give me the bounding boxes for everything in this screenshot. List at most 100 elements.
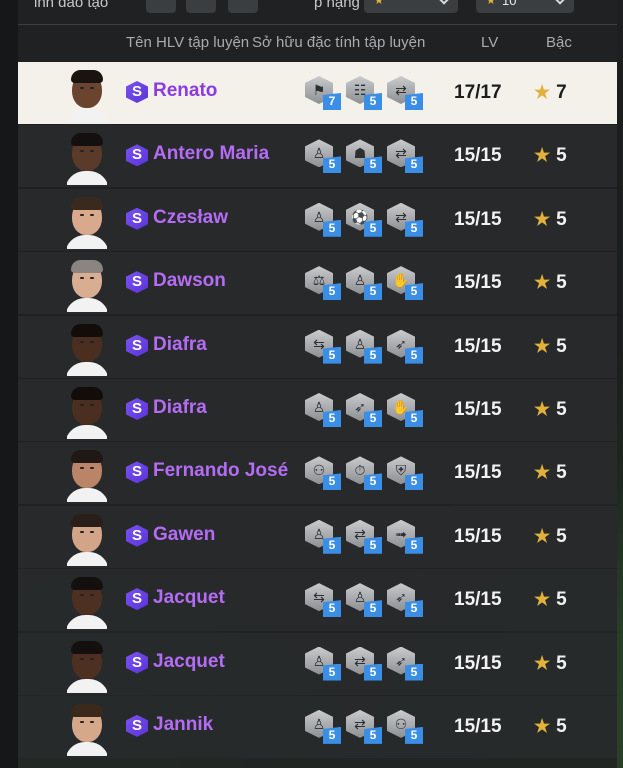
coach-row[interactable]: S Fernando José ⚇ 5 ⏱ 5 ⛨ 5 15/15 ★ 5 (18, 442, 617, 505)
trait-badge[interactable]: ♙ 5 (346, 329, 384, 366)
coach-row[interactable]: S Dawson ⚖ 5 ♙ 5 ✋ 5 15/15 ★ 5 (18, 252, 617, 315)
trait-badge[interactable]: ♙ 5 (346, 583, 384, 619)
trait-badge[interactable]: ☗ 5 (346, 139, 384, 175)
coach-grade: ★ 5 (534, 589, 567, 611)
trait-level: 5 (364, 473, 382, 491)
trait-badge[interactable]: ➟ 5 (387, 519, 425, 556)
special-s-badge-icon: S (126, 334, 148, 357)
coach-level: 15/15 (454, 398, 502, 420)
trait-level: 5 (364, 600, 382, 618)
trait-badge[interactable]: ⇄ 5 (346, 519, 384, 556)
trait-badge[interactable]: ⇆ 5 (305, 583, 343, 619)
filter-dropdown-1[interactable] (146, 0, 176, 13)
avatar-hair (71, 70, 103, 83)
coach-avatar (67, 386, 107, 439)
coach-row[interactable]: S Jacquet ♙ 5 ⇄ 5 ➶ 5 15/15 ★ 5 (18, 632, 617, 695)
coach-grade: ★ 5 (534, 145, 567, 167)
trait-badge[interactable]: ☷ 5 (346, 76, 384, 112)
coach-row[interactable]: S Antero Maria ♙ 5 ☗ 5 ⇄ 5 15/15 ★ 5 (18, 125, 617, 188)
trait-badge[interactable]: ♙ 5 (346, 266, 384, 302)
avatar-eye (80, 530, 84, 533)
trait-badge[interactable]: ➶ 5 (387, 583, 425, 619)
avatar-eye (90, 720, 94, 723)
trait-badge[interactable]: ♙ 5 (305, 646, 343, 683)
trait-list: ♙ 5 ⇄ 5 ➟ 5 (305, 519, 435, 556)
trait-list: ⚇ 5 ⏱ 5 ⛨ 5 (305, 456, 435, 492)
trait-badge[interactable]: ♙ 5 (305, 519, 343, 556)
trait-badge[interactable]: ⇄ 5 (387, 76, 425, 112)
trait-badge[interactable]: ⇄ 5 (387, 139, 425, 175)
trait-badge[interactable]: ➶ 5 (387, 646, 425, 683)
trait-level: 5 (364, 219, 382, 237)
trait-level: 5 (323, 726, 341, 744)
coach-level: 15/15 (454, 272, 502, 294)
coach-name: Jannik (153, 713, 214, 735)
avatar-eye (90, 403, 94, 406)
column-grade: Bậc (546, 34, 572, 51)
avatar-eye (90, 530, 94, 533)
trait-badge[interactable]: ⇄ 5 (346, 709, 384, 746)
coach-row[interactable]: S Renato ⚑ 7 ☷ 5 ⇄ 5 17/17 ★ 7 (18, 62, 617, 124)
coach-level: 15/15 (454, 335, 502, 357)
coach-avatar (67, 703, 107, 756)
column-coach-name: Tên HLV tập luyện (126, 34, 250, 51)
coach-name: Renato (153, 80, 218, 101)
trait-badge[interactable]: ➶ 5 (346, 392, 384, 429)
coach-avatar (67, 260, 107, 313)
coach-row[interactable]: S Jacquet ⇆ 5 ♙ 5 ➶ 5 15/15 ★ 5 (18, 569, 617, 632)
coach-avatar (67, 70, 107, 122)
trait-level: 5 (405, 600, 423, 618)
trait-level: 5 (323, 219, 341, 237)
grade-dropdown[interactable]: ★ 10 (476, 0, 574, 13)
trait-badge[interactable]: ⇆ 5 (305, 329, 343, 366)
avatar-hair (71, 640, 103, 654)
trait-level: 5 (323, 600, 341, 618)
trait-badge[interactable]: ➶ 5 (387, 329, 425, 366)
coach-name: Diafra (153, 333, 207, 355)
coach-name: Jacquet (153, 587, 225, 609)
grade-value: 5 (556, 272, 567, 294)
trait-badge[interactable]: ⚽ 5 (346, 202, 384, 239)
trait-badge[interactable]: ⚇ 5 (305, 456, 343, 492)
rank-dropdown[interactable]: ★ (364, 0, 458, 13)
star-icon: ★ (534, 589, 551, 610)
trait-badge[interactable]: ⚑ 7 (305, 76, 343, 112)
trait-level: 5 (405, 219, 423, 237)
avatar-eye (90, 277, 94, 280)
trait-badge[interactable]: ⇄ 5 (346, 646, 384, 683)
coach-level: 15/15 (454, 652, 502, 674)
special-s-badge-icon: S (126, 207, 148, 230)
star-icon: ★ (534, 272, 551, 293)
chevron-down-icon (438, 0, 450, 5)
trait-level: 5 (405, 156, 423, 174)
coach-row[interactable]: S Gawen ♙ 5 ⇄ 5 ➟ 5 15/15 ★ 5 (18, 505, 617, 568)
avatar-eye (80, 340, 84, 343)
coach-row[interactable]: S Diafra ⇆ 5 ♙ 5 ➶ 5 15/15 ★ 5 (18, 315, 617, 378)
trait-badge[interactable]: ⛨ 5 (387, 456, 425, 492)
trait-badge[interactable]: ✋ 5 (387, 392, 425, 429)
coach-avatar (67, 513, 107, 566)
avatar-eye (80, 403, 84, 406)
trait-level: 5 (405, 93, 423, 110)
trait-badge[interactable]: ✋ 5 (387, 266, 425, 302)
trait-badge[interactable]: ⚖ 5 (305, 266, 343, 302)
trait-badge[interactable]: ⚇ 5 (387, 709, 425, 746)
filter-dropdown-2[interactable] (186, 0, 216, 13)
filter-dropdown-3[interactable] (228, 0, 258, 13)
grade-dropdown-value: 10 (502, 0, 517, 8)
coach-row[interactable]: S Jannik ♙ 5 ⇄ 5 ⚇ 5 15/15 ★ 5 (18, 695, 617, 758)
trait-badge[interactable]: ⇄ 5 (387, 202, 425, 239)
coach-row[interactable]: S Czesław ♙ 5 ⚽ 5 ⇄ 5 15/15 ★ 5 (18, 188, 617, 251)
special-s-badge-icon: S (126, 81, 148, 103)
coach-grade: ★ 5 (534, 653, 567, 675)
grade-value: 5 (556, 525, 567, 547)
trait-badge[interactable]: ♙ 5 (305, 139, 343, 175)
trait-badge[interactable]: ♙ 5 (305, 709, 343, 746)
avatar-shoulders (67, 171, 107, 186)
trait-badge[interactable]: ⏱ 5 (346, 456, 384, 492)
trait-badge[interactable]: ♙ 5 (305, 392, 343, 429)
coach-grade: ★ 5 (534, 399, 567, 421)
coach-row[interactable]: S Diafra ♙ 5 ➶ 5 ✋ 5 15/15 ★ 5 (18, 378, 617, 441)
trait-badge[interactable]: ♙ 5 (305, 202, 343, 239)
star-icon: ★ (534, 145, 551, 166)
